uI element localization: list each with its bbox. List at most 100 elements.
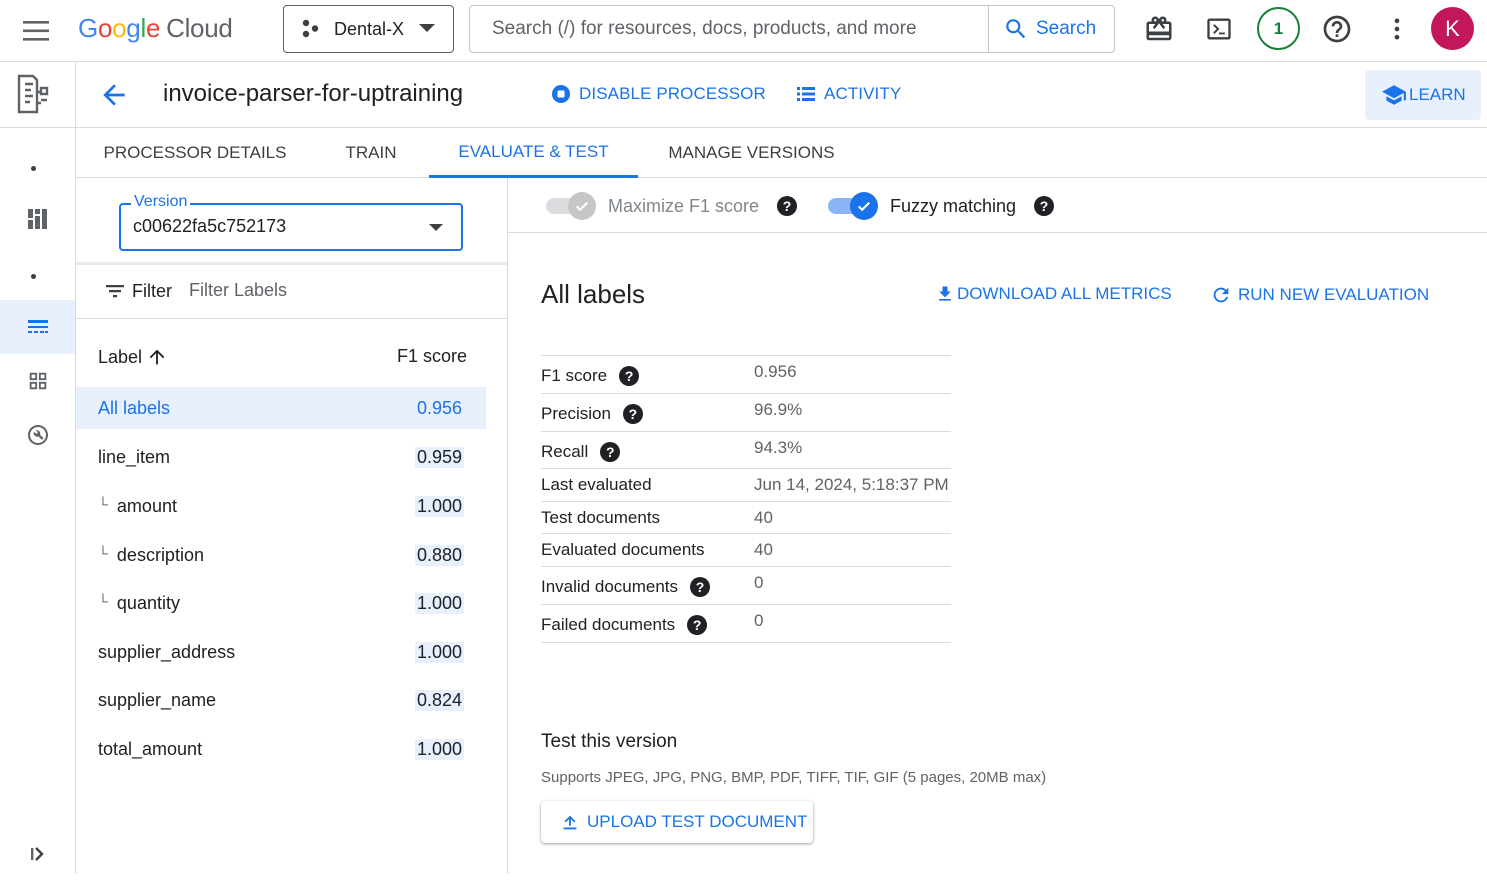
label-name: └ quantity [98,593,180,614]
evaluation-options: Maximize F1 score ? Fuzzy matching ? [508,178,1487,233]
tab-evaluate-test[interactable]: EVALUATE & TEST [429,128,638,178]
label-column-title: Label [98,346,143,367]
label-name-text: supplier_address [98,642,236,662]
learn-button[interactable]: LEARN [1365,70,1481,120]
child-indent-marker: └ [98,592,108,609]
label-row[interactable]: line_item 0.959 [76,436,486,478]
cloud-shell-icon[interactable] [1199,9,1239,49]
chevron-down-icon [419,24,435,32]
help-icon[interactable]: ? [690,577,711,597]
download-label: DOWNLOAD ALL METRICS [957,284,1172,303]
tab-manage-versions[interactable]: MANAGE VERSIONS [638,128,865,178]
label-name-text: line_item [98,447,171,467]
avatar[interactable]: K [1431,7,1474,50]
menu-icon[interactable] [14,14,58,48]
check-icon [850,192,878,220]
metric-label-text: Recall [541,442,589,461]
download-icon [939,286,951,301]
maximize-f1-toggle[interactable]: Maximize F1 score ? [546,192,798,220]
help-icon[interactable]: ? [619,366,640,386]
metric-label-text: Invalid documents [541,577,679,596]
help-icon[interactable] [1317,9,1357,49]
search-button-label: Search [1036,18,1097,39]
label-row[interactable]: └ amount 1.000 [76,485,486,527]
label-name: total_amount [98,739,202,760]
filter-icon[interactable] [103,279,127,303]
test-section-subtitle: Supports JPEG, JPG, PNG, BMP, PDF, TIFF,… [541,769,1047,786]
metric-label: Precision? [541,404,643,424]
tab-train[interactable]: TRAIN [314,128,428,178]
google-cloud-logo[interactable]: Google Cloud [78,13,233,44]
metric-label-text: Last evaluated [541,475,652,494]
version-label: Version [131,193,191,211]
sort-arrow-up-icon [149,349,165,365]
label-column-header[interactable]: Label [98,346,168,368]
metric-label: Last evaluated [541,475,652,495]
label-row[interactable]: └ quantity 1.000 [76,582,486,624]
f1-column-header[interactable]: F1 score [397,346,467,367]
label-row[interactable]: supplier_address 1.000 [76,631,486,673]
gift-icon[interactable] [1139,9,1179,49]
help-icon[interactable]: ? [1034,196,1055,216]
version-select[interactable]: Version c00622fa5c752173 [119,193,463,251]
metric-label-text: Failed documents [541,615,676,634]
disable-processor-button[interactable]: DISABLE PROCESSOR [549,82,766,106]
expand-nav-icon[interactable] [0,827,75,881]
label-row[interactable]: └ description 0.880 [76,534,486,576]
label-row[interactable]: All labels 0.956 [76,387,486,429]
upload-test-document-button[interactable]: UPLOAD TEST DOCUMENT [541,801,813,843]
tab-processor-details[interactable]: PROCESSOR DETAILS [76,128,314,178]
metric-row: Evaluated documents 40 [541,534,951,567]
back-arrow-icon[interactable] [98,79,130,111]
help-icon[interactable]: ? [600,442,621,462]
support-icon[interactable] [0,408,75,462]
rail-dot [31,166,36,171]
logo-cloud-text: Cloud [166,13,233,43]
search-bar: Search [469,5,1115,53]
metric-row: Precision? 96.9% [541,394,951,432]
label-name: supplier_address [98,642,235,663]
search-button[interactable]: Search [988,6,1114,52]
activity-button[interactable]: ACTIVITY [794,82,901,106]
logo-letter: g [126,13,141,43]
help-icon[interactable]: ? [687,615,708,635]
help-icon[interactable]: ? [622,404,643,424]
label-f1-score: 1.000 [414,642,464,663]
search-icon [1006,19,1026,39]
label-f1-score: 1.000 [414,496,464,517]
help-icon[interactable]: ? [777,196,798,216]
notifications-badge[interactable]: 1 [1257,7,1300,50]
evaluation-main: Maximize F1 score ? Fuzzy matching ? All… [508,178,1487,874]
metric-row: Failed documents? 0 [541,605,951,643]
project-icon [300,18,322,40]
filter-input[interactable]: Filter Labels [189,280,287,301]
school-icon [1382,85,1406,105]
metric-label-text: Evaluated documents [541,540,705,559]
logo-letter: o [97,13,113,43]
label-name: line_item [98,447,170,468]
metric-row: Invalid documents? 0 [541,567,951,605]
metric-value: 40 [754,540,773,559]
document-ai-icon[interactable] [0,62,75,128]
toggle-switch[interactable] [546,192,596,220]
fuzzy-matching-toggle[interactable]: Fuzzy matching ? [828,192,1055,220]
metric-value: 40 [754,508,773,527]
dashboard-icon[interactable] [0,192,75,246]
download-all-metrics-button[interactable]: DOWNLOAD ALL METRICS [935,284,1172,304]
run-new-evaluation-button[interactable]: RUN NEW EVALUATION [1210,284,1429,306]
label-row[interactable]: supplier_name 0.824 [76,679,486,721]
filter-label: Filter [132,281,172,301]
stop-circle-icon [552,85,570,103]
label-f1-score: 0.880 [414,545,464,566]
upload-label: UPLOAD TEST DOCUMENT [587,812,808,831]
project-selector[interactable]: Dental-X [283,5,454,53]
label-row[interactable]: total_amount 1.000 [76,728,486,770]
metric-label: Evaluated documents [541,540,705,560]
toggle-switch[interactable] [828,192,878,220]
more-vert-icon[interactable] [1377,9,1417,49]
processors-icon[interactable] [0,300,75,354]
search-input[interactable] [471,7,987,51]
labels-panel: Version c00622fa5c752173 Filter Filter L… [76,178,508,874]
gallery-icon[interactable] [0,354,75,408]
section-title: All labels [541,279,646,309]
